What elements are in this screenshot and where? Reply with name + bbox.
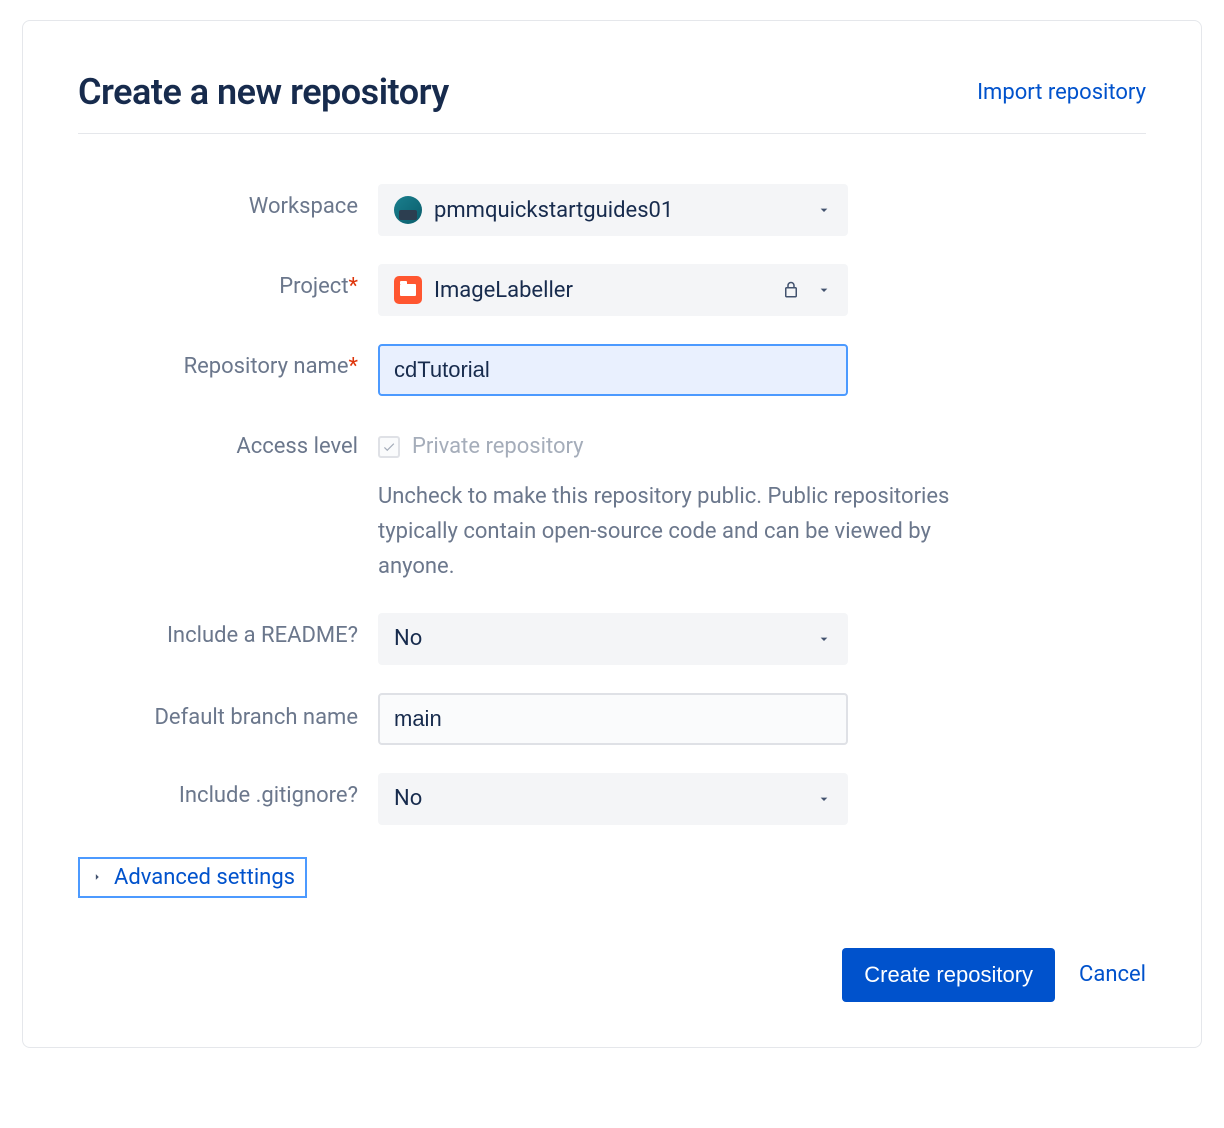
repo-name-row: Repository name*	[78, 344, 1146, 396]
readme-select[interactable]: No	[378, 613, 848, 665]
chevron-right-icon	[90, 870, 104, 884]
readme-row: Include a README? No	[78, 613, 1146, 665]
gitignore-row: Include .gitignore? No	[78, 773, 1146, 825]
workspace-avatar-icon	[394, 196, 422, 224]
branch-label: Default branch name	[78, 693, 378, 734]
project-row: Project* ImageLabeller	[78, 264, 1146, 316]
workspace-value: pmmquickstartguides01	[434, 198, 673, 223]
branch-name-input[interactable]	[378, 693, 848, 745]
repo-name-label: Repository name*	[78, 344, 378, 379]
access-level-label: Access level	[78, 424, 378, 459]
chevron-down-icon	[816, 202, 832, 218]
chevron-down-icon	[816, 282, 832, 298]
project-label: Project*	[78, 264, 378, 299]
cancel-button[interactable]: Cancel	[1079, 962, 1146, 987]
gitignore-label: Include .gitignore?	[78, 773, 378, 808]
gitignore-value: No	[394, 786, 422, 811]
workspace-label: Workspace	[78, 184, 378, 219]
readme-value: No	[394, 626, 422, 651]
page-title: Create a new repository	[78, 71, 449, 113]
private-repo-checkbox[interactable]	[378, 436, 400, 458]
repo-name-input[interactable]	[378, 344, 848, 396]
footer: Create repository Cancel	[78, 948, 1146, 1002]
advanced-settings-wrap: Advanced settings	[78, 853, 1146, 898]
access-level-row: Access level Private repository Uncheck …	[78, 424, 1146, 585]
import-repository-link[interactable]: Import repository	[977, 80, 1146, 105]
create-repo-card: Create a new repository Import repositor…	[22, 20, 1202, 1048]
chevron-down-icon	[816, 791, 832, 807]
header: Create a new repository Import repositor…	[78, 71, 1146, 134]
chevron-down-icon	[816, 631, 832, 647]
project-folder-icon	[394, 276, 422, 304]
gitignore-select[interactable]: No	[378, 773, 848, 825]
project-value: ImageLabeller	[434, 278, 573, 303]
access-help-text: Uncheck to make this repository public. …	[378, 479, 1008, 585]
lock-icon	[782, 281, 800, 299]
readme-label: Include a README?	[78, 613, 378, 648]
project-select[interactable]: ImageLabeller	[378, 264, 848, 316]
branch-row: Default branch name	[78, 693, 1146, 745]
workspace-select[interactable]: pmmquickstartguides01	[378, 184, 848, 236]
check-icon	[382, 440, 396, 454]
create-repository-button[interactable]: Create repository	[842, 948, 1055, 1002]
advanced-settings-label: Advanced settings	[114, 865, 295, 890]
workspace-row: Workspace pmmquickstartguides01	[78, 184, 1146, 236]
private-repo-checkbox-label: Private repository	[412, 434, 584, 459]
advanced-settings-toggle[interactable]: Advanced settings	[78, 857, 307, 898]
